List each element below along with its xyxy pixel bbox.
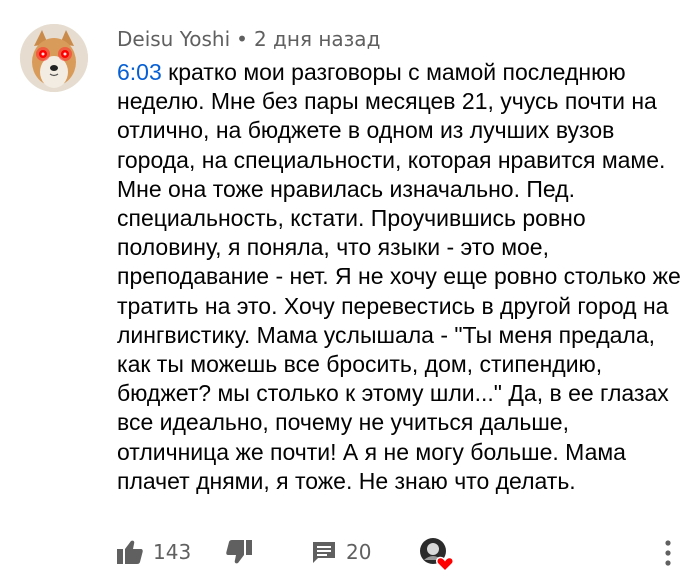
reply-count: 20 (346, 540, 372, 564)
dog-avatar-icon (20, 24, 88, 92)
comment-body: кратко мои разговоры с мамой последнюю н… (117, 59, 681, 494)
timestamp-link[interactable]: 6:03 (117, 59, 162, 85)
comment-header: Deisu Yoshi • 2 дня назад (117, 25, 380, 53)
author-name[interactable]: Deisu Yoshi (117, 27, 230, 51)
dislike-button[interactable] (226, 530, 252, 574)
creator-heart (419, 537, 454, 573)
more-vertical-icon (665, 540, 671, 566)
like-button[interactable]: 143 (117, 530, 191, 574)
reply-button[interactable]: 20 (312, 530, 371, 574)
meta-separator: • (236, 27, 248, 51)
thumbs-down-icon (226, 540, 252, 564)
comment-time[interactable]: 2 дня назад (254, 27, 380, 51)
comment-menu-button[interactable] (658, 537, 678, 569)
like-count: 143 (153, 540, 192, 564)
comment-actions: 143 20 (0, 530, 700, 574)
comment-text: 6:03 кратко мои разговоры с мамой послед… (117, 58, 682, 496)
author-avatar[interactable] (20, 24, 88, 92)
comment-icon (313, 542, 335, 563)
thumbs-up-icon (117, 540, 143, 564)
creator-heart-icon (420, 538, 454, 573)
